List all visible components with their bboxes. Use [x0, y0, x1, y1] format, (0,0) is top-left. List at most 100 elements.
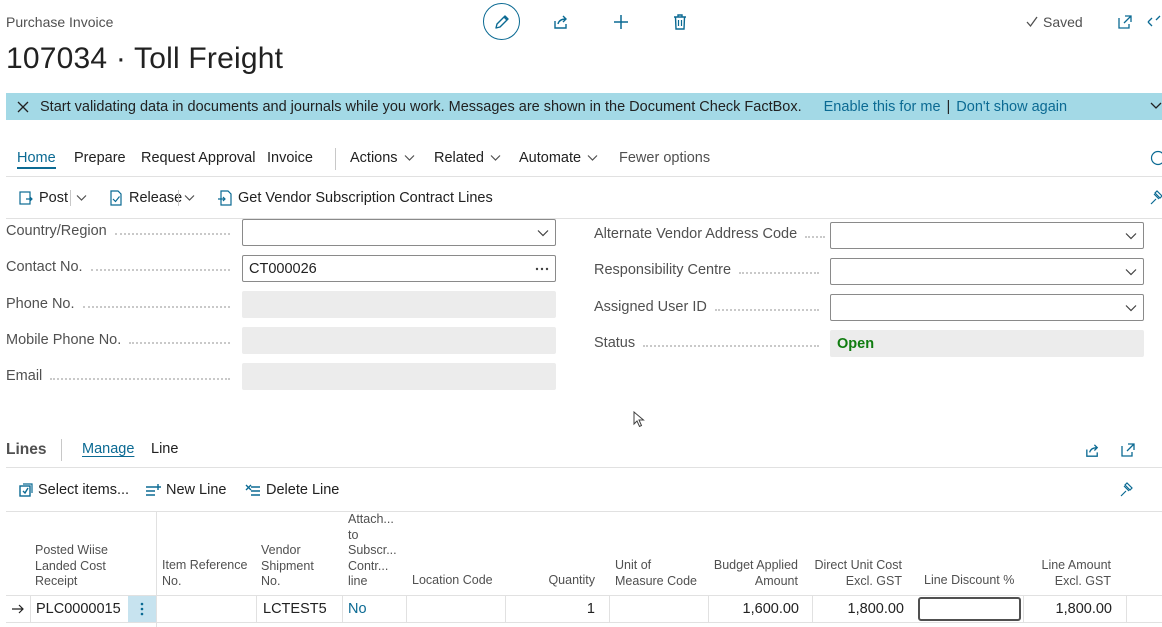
- col-posted-lc[interactable]: Posted Wiise Landed Cost Receipt: [35, 543, 108, 590]
- select-items-button[interactable]: Select items...: [18, 482, 129, 498]
- cell-vendor-shipment[interactable]: LCTEST5: [263, 601, 327, 617]
- menu-automate[interactable]: Automate: [519, 150, 598, 166]
- tab-invoice[interactable]: Invoice: [267, 150, 313, 166]
- cell-budget-applied[interactable]: 1,600.00: [708, 601, 799, 617]
- col-direct-unit-cost[interactable]: Direct Unit Cost Excl. GST: [812, 558, 902, 589]
- col-item-reference[interactable]: Item Reference No.: [162, 558, 247, 589]
- delete-button[interactable]: [665, 7, 695, 37]
- email-label: Email: [6, 368, 238, 384]
- ellipsis-icon[interactable]: [535, 267, 549, 271]
- lines-share-button[interactable]: [1077, 435, 1107, 465]
- cell-attach-subscr[interactable]: No: [348, 601, 367, 617]
- lines-expand-button[interactable]: [1113, 435, 1143, 465]
- release-button[interactable]: Release: [108, 190, 182, 206]
- cell-direct-unit-cost[interactable]: 1,800.00: [812, 601, 904, 617]
- post-button[interactable]: Post: [18, 190, 68, 206]
- new-button[interactable]: [606, 7, 636, 37]
- release-dropdown-button[interactable]: [178, 190, 195, 206]
- label-leader-dots: [714, 309, 819, 311]
- post-dropdown-button[interactable]: [70, 190, 87, 206]
- lines-title: Lines: [6, 441, 47, 458]
- contact-no-field[interactable]: CT000026: [242, 255, 556, 282]
- delete-line-label: Delete Line: [266, 482, 340, 498]
- lines-tabs-rule: [6, 467, 1162, 468]
- header-line: line: [348, 574, 368, 588]
- dont-show-again-link[interactable]: Don't show again: [956, 99, 1067, 115]
- get-contract-lines-button[interactable]: Get Vendor Subscription Contract Lines: [217, 190, 493, 206]
- header-line: Attach...: [348, 512, 394, 526]
- general-fasttab: Country/Region Contact No. CT000026 Phon…: [0, 219, 1162, 399]
- menu-related[interactable]: Related: [434, 150, 501, 166]
- header-line: Line Discount %: [924, 573, 1015, 587]
- alt-vendor-address-field[interactable]: [830, 222, 1144, 249]
- enable-link[interactable]: Enable this for me: [824, 99, 941, 115]
- header-line: Item Reference: [162, 558, 248, 572]
- header-line: Vendor: [261, 543, 301, 557]
- menu-actions[interactable]: Actions: [350, 150, 415, 166]
- pin-actions-button[interactable]: [1149, 190, 1162, 206]
- page-type-label: Purchase Invoice: [6, 14, 114, 30]
- country-region-field[interactable]: [242, 219, 556, 246]
- lines-tab-manage[interactable]: Manage: [82, 441, 134, 457]
- col-quantity[interactable]: Quantity: [506, 573, 595, 589]
- banner-separator: |: [946, 98, 951, 115]
- col-budget-applied[interactable]: Budget Applied Amount: [708, 558, 798, 589]
- tab-request-approval[interactable]: Request Approval: [141, 150, 255, 166]
- cell-quantity[interactable]: 1: [506, 601, 595, 617]
- cell-divider: [30, 596, 31, 622]
- cell-line-amount[interactable]: 1,800.00: [1021, 601, 1112, 617]
- assigned-user-label: Assigned User ID: [594, 299, 827, 315]
- saved-status: Saved: [1025, 14, 1083, 30]
- header-line: Subscr...: [348, 543, 397, 557]
- delete-line-button[interactable]: Delete Line: [245, 482, 339, 498]
- lines-pin-button[interactable]: [1119, 482, 1133, 498]
- label-leader-dots: [114, 233, 230, 235]
- col-vendor-shipment[interactable]: Vendor Shipment No.: [261, 543, 314, 590]
- share-button[interactable]: [546, 7, 576, 37]
- document-import-icon: [218, 190, 232, 206]
- fewer-options-button[interactable]: Fewer options: [619, 150, 710, 166]
- info-icon: [1150, 150, 1162, 166]
- menu-automate-label: Automate: [519, 150, 582, 166]
- share-icon: [1085, 443, 1098, 457]
- field-label: Alternate Vendor Address Code: [594, 226, 798, 242]
- table-row[interactable]: PLC0000015 LCTEST5 No 1 1,600.00 1,800.0…: [6, 596, 1162, 622]
- new-line-label: New Line: [166, 482, 227, 498]
- info-button[interactable]: [1150, 150, 1162, 166]
- field-label: Email: [6, 368, 43, 384]
- col-line-discount[interactable]: Line Discount %: [924, 573, 1014, 589]
- field-label: Responsibility Centre: [594, 262, 732, 278]
- new-line-button[interactable]: New Line: [145, 482, 226, 498]
- menu-actions-label: Actions: [350, 150, 398, 166]
- edit-button[interactable]: [483, 3, 520, 40]
- lines-tab-line[interactable]: Line: [151, 441, 178, 457]
- checkmark-icon: [1026, 16, 1038, 28]
- open-new-window-button[interactable]: [1110, 7, 1140, 37]
- col-unit-of-measure[interactable]: Unit of Measure Code: [615, 558, 697, 589]
- header-line: Contr...: [348, 558, 389, 573]
- collapse-button[interactable]: [1146, 7, 1162, 37]
- chevron-down-icon: [76, 195, 87, 201]
- phone-no-field: [242, 291, 556, 318]
- close-icon: [17, 101, 29, 112]
- notification-banner: Start validating data in documents and j…: [6, 93, 1162, 120]
- header-line: Landed Cost: [35, 558, 106, 573]
- responsibility-centre-field[interactable]: [830, 258, 1144, 285]
- cell-line-discount-input[interactable]: [918, 597, 1021, 621]
- col-line-amount[interactable]: Line Amount Excl. GST: [1021, 558, 1112, 589]
- row-actions-button[interactable]: [128, 596, 156, 622]
- header-line: Amount: [754, 573, 798, 588]
- field-label: Status: [594, 335, 636, 351]
- cell-posted-lc[interactable]: PLC0000015: [36, 601, 121, 617]
- expand-banner-button[interactable]: [1150, 101, 1162, 111]
- contact-no-label: Contact No.: [6, 259, 238, 275]
- tab-prepare[interactable]: Prepare: [74, 150, 126, 166]
- col-attach-subscr[interactable]: Attach... to Subscr... Contr... line: [348, 512, 397, 590]
- dismiss-banner-button[interactable]: [6, 101, 40, 113]
- col-location-code[interactable]: Location Code: [412, 573, 493, 589]
- get-contract-lines-label: Get Vendor Subscription Contract Lines: [238, 190, 493, 206]
- post-label: Post: [39, 190, 69, 206]
- assigned-user-field[interactable]: [830, 294, 1144, 321]
- tab-home[interactable]: Home: [17, 150, 56, 169]
- contact-no-value: CT000026: [249, 260, 317, 277]
